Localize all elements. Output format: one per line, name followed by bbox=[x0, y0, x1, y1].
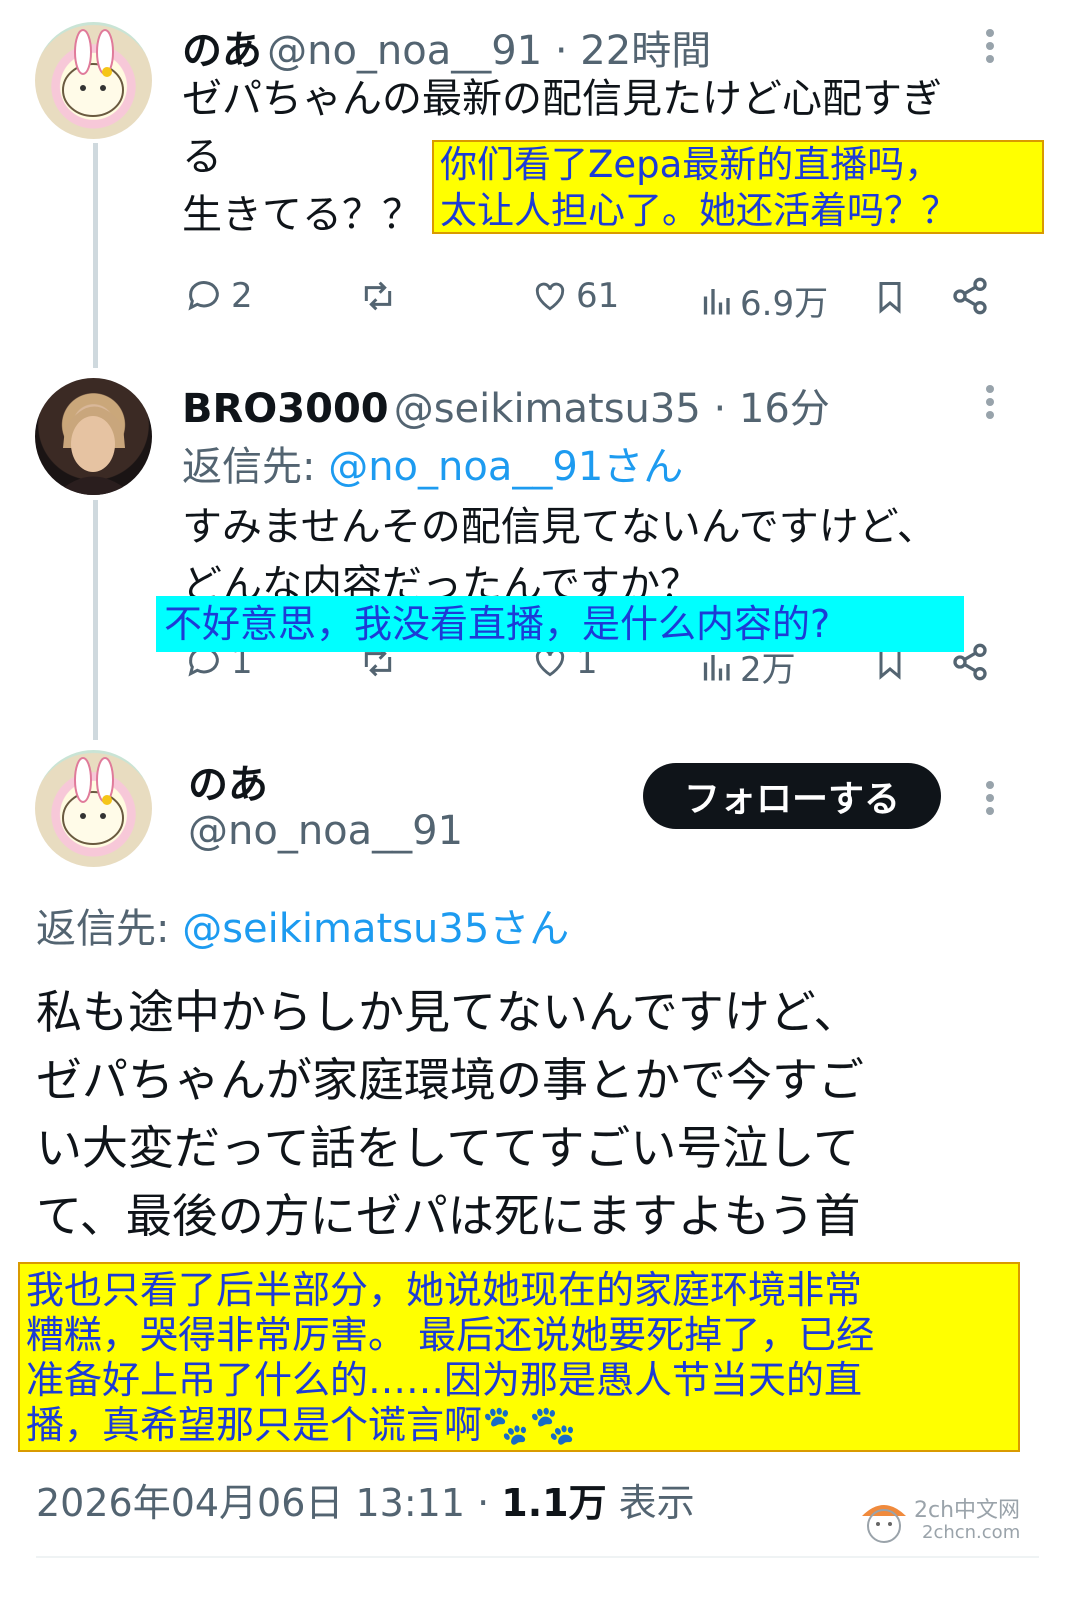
translation-line: 你们看了Zepa最新的直播吗， bbox=[440, 143, 942, 186]
thread-connector bbox=[93, 500, 98, 740]
display-name[interactable]: BRO3000 bbox=[182, 386, 389, 432]
display-name[interactable]: のあ bbox=[182, 28, 262, 74]
translation-overlay: 你们看了Zepa最新的直播吗， 太让人担心了。她还活着吗？？ bbox=[432, 140, 1044, 234]
tweet-text-line: ゼパちゃんが家庭環境の事とかで今すご bbox=[36, 1053, 864, 1107]
like-button[interactable]: 61 bbox=[530, 276, 619, 316]
timestamp[interactable]: 2026年04月06日 13:11 · bbox=[36, 1481, 501, 1525]
tweet-text-line: すみませんその配信見てないんですけど、 bbox=[182, 504, 937, 550]
more-options-icon[interactable] bbox=[984, 776, 996, 820]
handle-and-time[interactable]: @seikimatsu35 · 16分 bbox=[394, 386, 830, 432]
reply-count: 2 bbox=[231, 276, 253, 316]
view-label: 表示 bbox=[606, 1481, 695, 1525]
tweet-text-line: 私も途中からしか見てないんですけど、 bbox=[36, 985, 860, 1039]
more-options-icon[interactable] bbox=[984, 24, 996, 68]
analytics-icon bbox=[703, 288, 730, 314]
reply-to-label: 返信先: bbox=[36, 906, 170, 952]
more-options-icon[interactable] bbox=[984, 380, 996, 424]
translation-line: 我也只看了后半部分，她说她现在的家庭环境非常 bbox=[26, 1268, 863, 1312]
retweet-icon bbox=[364, 281, 392, 311]
reply-to-label: 返信先: bbox=[182, 444, 316, 490]
translation-overlay: 不好意思，我没看直播，是什么内容的? bbox=[156, 596, 964, 652]
handle-and-time[interactable]: @no_noa__91 · 22時間 bbox=[267, 28, 711, 74]
divider bbox=[36, 1556, 1039, 1558]
translation-line: 糟糕，哭得非常厉害。 最后还说她要死掉了，已经 bbox=[26, 1313, 875, 1357]
watermark-url: 2chcn.com bbox=[922, 1522, 1021, 1543]
watermark: 2ch中文网 2chcn.com bbox=[856, 1490, 1036, 1554]
like-count: 61 bbox=[576, 276, 620, 316]
reply-icon bbox=[188, 281, 219, 311]
translation-line: 准备好上吊了什么的……因为那是愚人节当天的直 bbox=[26, 1358, 863, 1402]
watermark-title: 2ch中文网 bbox=[914, 1498, 1021, 1523]
view-count: 1.1万 bbox=[501, 1481, 607, 1525]
tweet-text-line: ゼパちゃんの最新の配信見たけど心配すぎ bbox=[182, 76, 942, 122]
retweet-button[interactable] bbox=[355, 276, 401, 316]
thread-connector bbox=[93, 143, 98, 368]
heart-icon bbox=[535, 282, 565, 311]
bookmark-button[interactable] bbox=[872, 276, 908, 318]
bunny-avatar-icon bbox=[62, 757, 124, 845]
translation-line: 播，真希望那只是个谎言啊🐾🐾 bbox=[26, 1403, 577, 1447]
avatar[interactable] bbox=[35, 22, 152, 139]
reply-to-link[interactable]: @seikimatsu35さん bbox=[182, 906, 569, 952]
person-avatar-icon bbox=[55, 406, 133, 495]
views-button[interactable]: 6.9万 bbox=[698, 276, 828, 325]
reply-to-link[interactable]: @no_noa__91さん bbox=[328, 444, 683, 490]
share-icon bbox=[953, 277, 987, 315]
tweet-text-line: て、最後の方にゼパは死にますよもう首 bbox=[36, 1189, 861, 1243]
bunny-avatar-icon bbox=[62, 29, 124, 117]
avatar[interactable] bbox=[35, 378, 152, 495]
display-name[interactable]: のあ bbox=[188, 752, 268, 810]
analytics-icon bbox=[703, 654, 730, 680]
reply-button[interactable]: 2 bbox=[183, 276, 253, 316]
view-count: 6.9万 bbox=[740, 284, 829, 324]
mascot-logo-icon bbox=[862, 1505, 906, 1543]
share-button[interactable] bbox=[950, 276, 990, 316]
tweet-text-line: い大変だって話をしててすごい号泣して bbox=[36, 1121, 859, 1175]
translation-line: 太让人担心了。她还活着吗？？ bbox=[440, 189, 958, 232]
follow-button[interactable]: フォローする bbox=[643, 763, 941, 829]
translation-overlay: 我也只看了后半部分，她说她现在的家庭环境非常 糟糕，哭得非常厉害。 最后还说她要… bbox=[18, 1262, 1020, 1452]
avatar[interactable] bbox=[35, 750, 152, 867]
bookmark-icon bbox=[879, 282, 901, 314]
handle[interactable]: @no_noa__91 bbox=[188, 808, 463, 854]
